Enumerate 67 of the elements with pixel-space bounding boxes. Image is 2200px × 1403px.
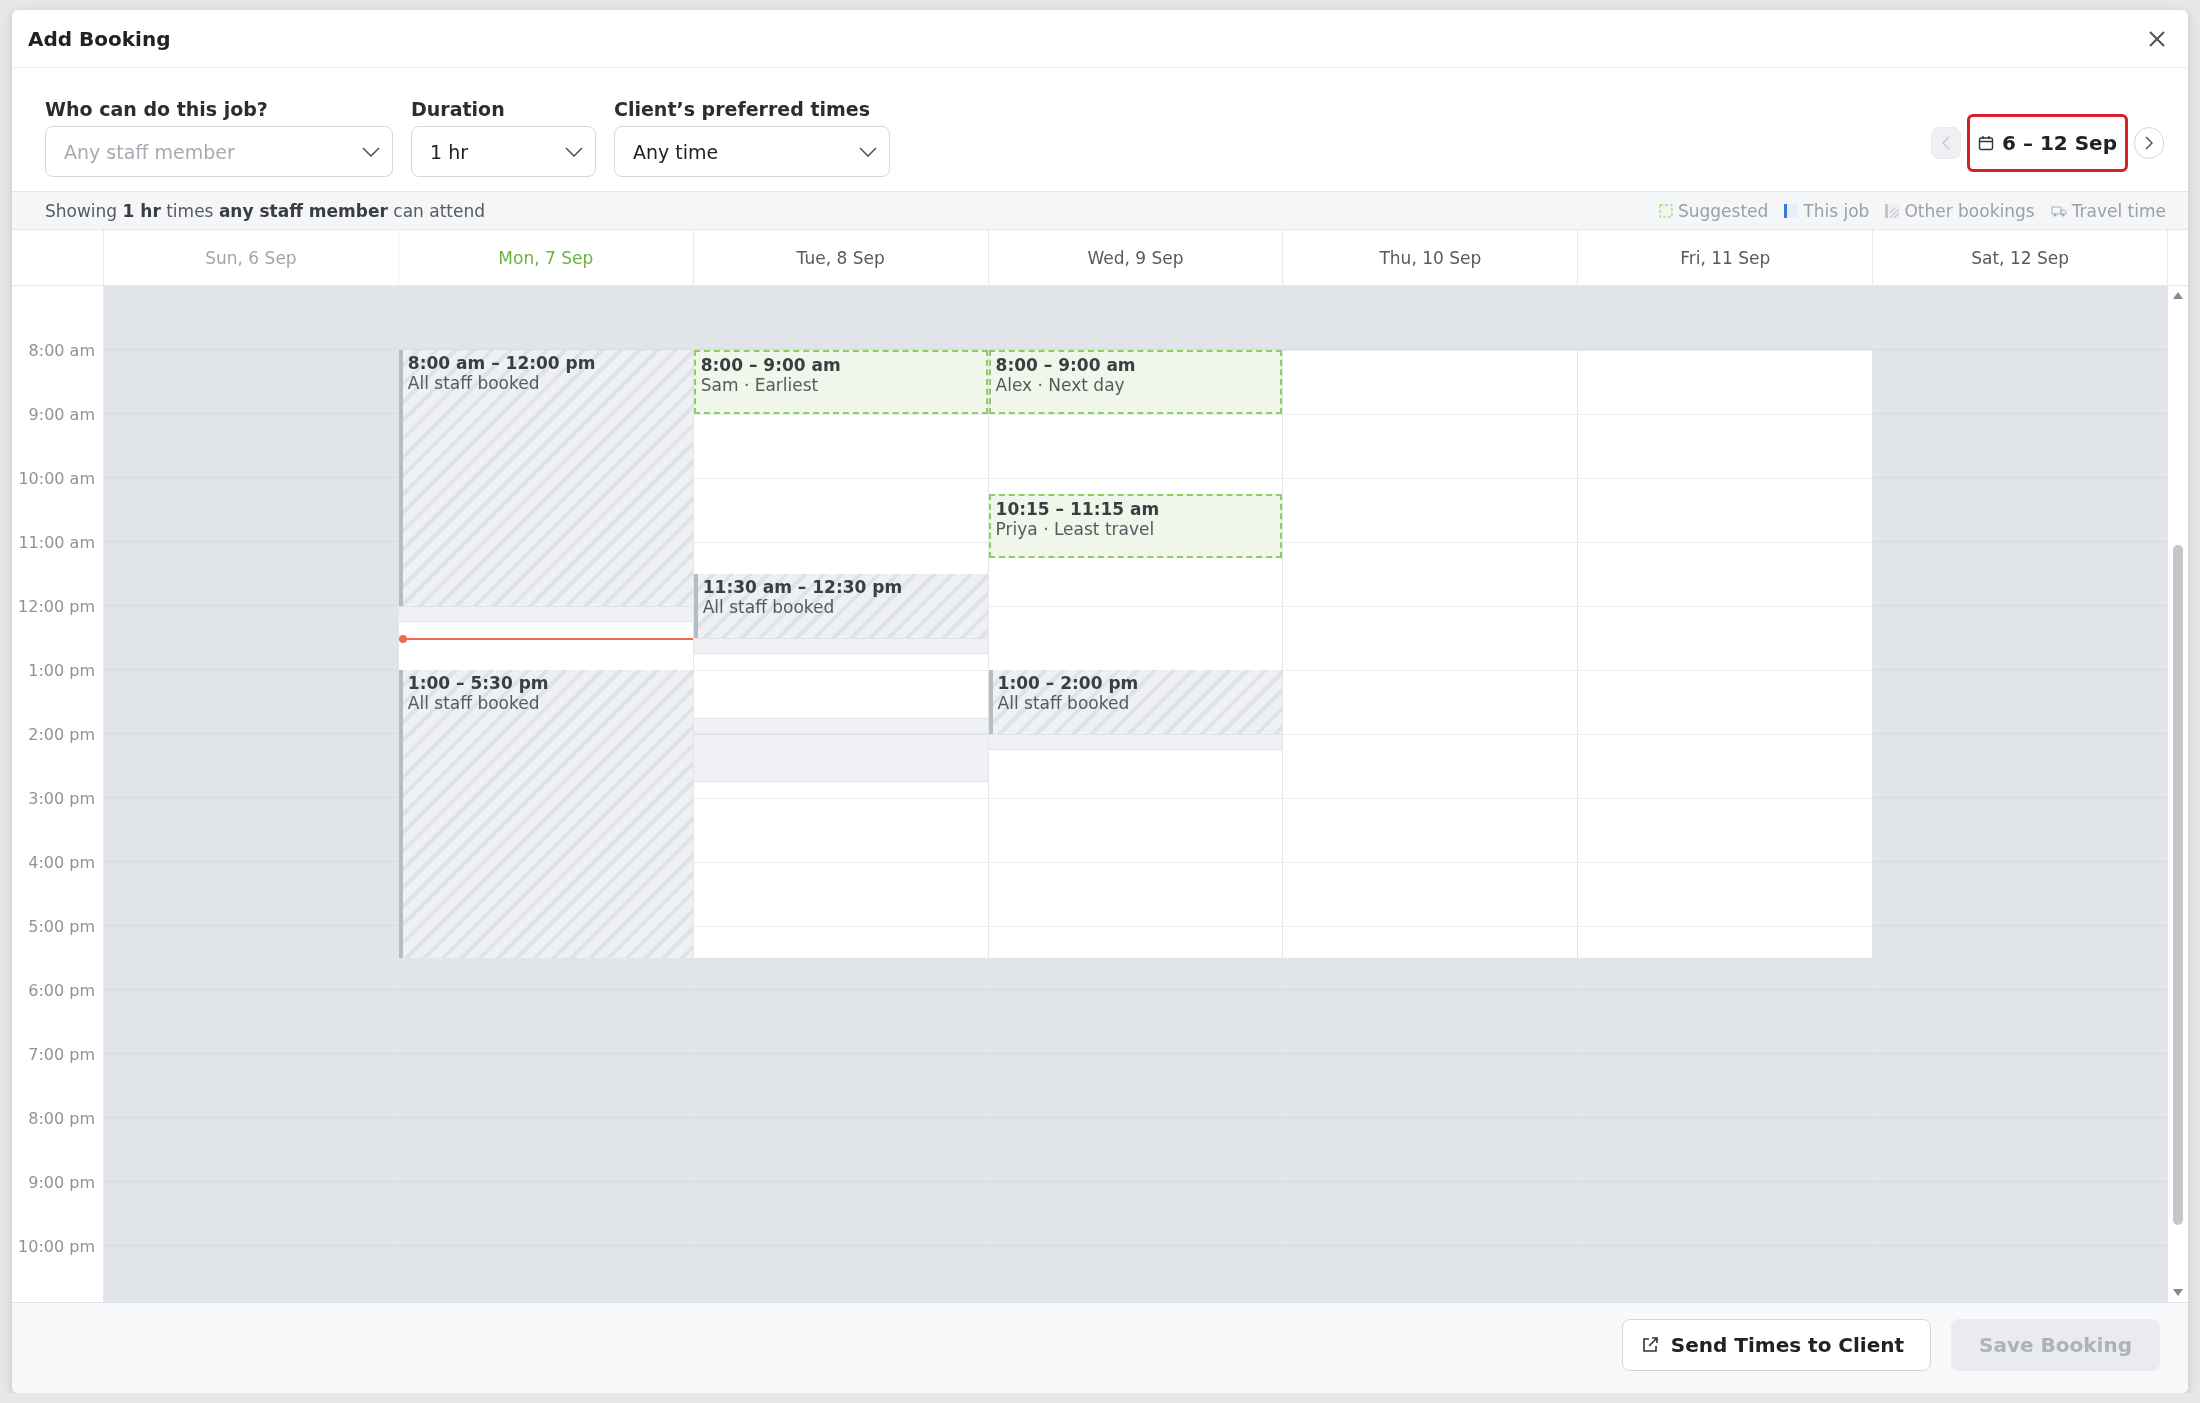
time-label: 10:00 am [18,468,95,488]
legend-label: Suggested [1677,200,1769,221]
info-text: Showing 1 hr times any staff member can attend [45,200,486,221]
event-time: 8:00 – 9:00 am [700,355,842,375]
job-marker-icon [1784,203,1799,218]
day-header: Fri, 11 Sep [1578,230,1874,285]
day-header: Sun, 6 Sep [104,230,399,285]
day-header: Mon, 7 Sep [398,230,694,285]
time-label: 1:00 pm [28,660,95,680]
time-label: 11:00 am [18,532,95,552]
scroll-up-icon [2173,292,2183,299]
event-text: Priya · Least travel [995,519,1156,539]
chevron-right-icon [2145,136,2153,150]
external-link-icon [1640,1336,1659,1354]
time-label: 8:00 am [28,340,95,360]
scrollbar-thumb[interactable] [2173,545,2183,1225]
chevron-down-icon [362,146,380,157]
event-time: 1:00 – 2:00 pm [997,673,1140,693]
event-time: 10:15 – 11:15 am [995,499,1161,519]
event-text: All staff booked [407,693,541,713]
time-label: 4:00 pm [28,852,95,872]
time-label: 9:00 pm [28,1172,95,1192]
time-label: 5:00 pm [28,916,95,936]
chevron-down-icon [565,146,583,157]
field-label: Who can do this job? [45,98,269,120]
event-text: Alex · Next day [995,375,1126,395]
time-label: 8:00 pm [28,1108,95,1128]
dropdown-select[interactable]: Any time [614,126,890,177]
scroll-down-icon [2173,1289,2183,1296]
event-time: 1:00 – 5:30 pm [407,673,550,693]
day-header: Wed, 9 Sep [988,230,1284,285]
time-label: 9:00 am [28,404,95,424]
event-time: 11:30 am – 12:30 pm [702,577,904,597]
event-text: All staff booked [407,373,541,393]
dialog-title: Add Booking [28,26,171,51]
send-times-button[interactable]: Send Times to Client [1621,1319,1932,1371]
calendar-icon [1978,135,1995,151]
day-header: Sat, 12 Sep [1873,230,2168,285]
hatched-square-icon [1885,203,1900,218]
day-header: Thu, 10 Sep [1283,230,1579,285]
event-time: 8:00 am – 12:00 pm [407,353,597,373]
field-label: Duration [411,98,506,120]
time-label: 7:00 pm [28,1044,95,1064]
chevron-left-icon [1942,136,1951,150]
next-week-button[interactable] [2134,127,2164,159]
dropdown-select[interactable]: 1 hr [411,126,596,177]
event-text: All staff booked [997,693,1131,713]
event-text: All staff booked [702,597,836,617]
suggested-slot[interactable]: 10:15 – 11:15 am Priya · Least travel [988,494,1283,558]
dashed-square-icon [1658,203,1673,218]
van-icon [2050,204,2067,217]
time-label: 3:00 pm [28,788,95,808]
day-header: Tue, 8 Sep [693,230,989,285]
time-label: 2:00 pm [28,724,95,744]
time-label: 10:00 pm [18,1236,95,1256]
date-range-button[interactable]: 6 – 12 Sep [1967,114,2128,172]
time-label: 12:00 pm [18,596,95,616]
legend-label: Travel time [2071,200,2166,221]
suggested-slot[interactable]: 8:00 – 9:00 am Alex · Next day [988,350,1283,414]
field-label: Client’s preferred times [614,98,872,120]
legend-label: Other bookings [1904,200,2035,221]
legend-label: This job [1803,200,1870,221]
event-text: Sam · Earliest [700,375,820,395]
suggested-slot[interactable]: 8:00 – 9:00 am Sam · Earliest [693,350,988,414]
time-label: 6:00 pm [28,980,95,1000]
event-time: 8:00 – 9:00 am [995,355,1137,375]
chevron-down-icon [859,146,877,157]
